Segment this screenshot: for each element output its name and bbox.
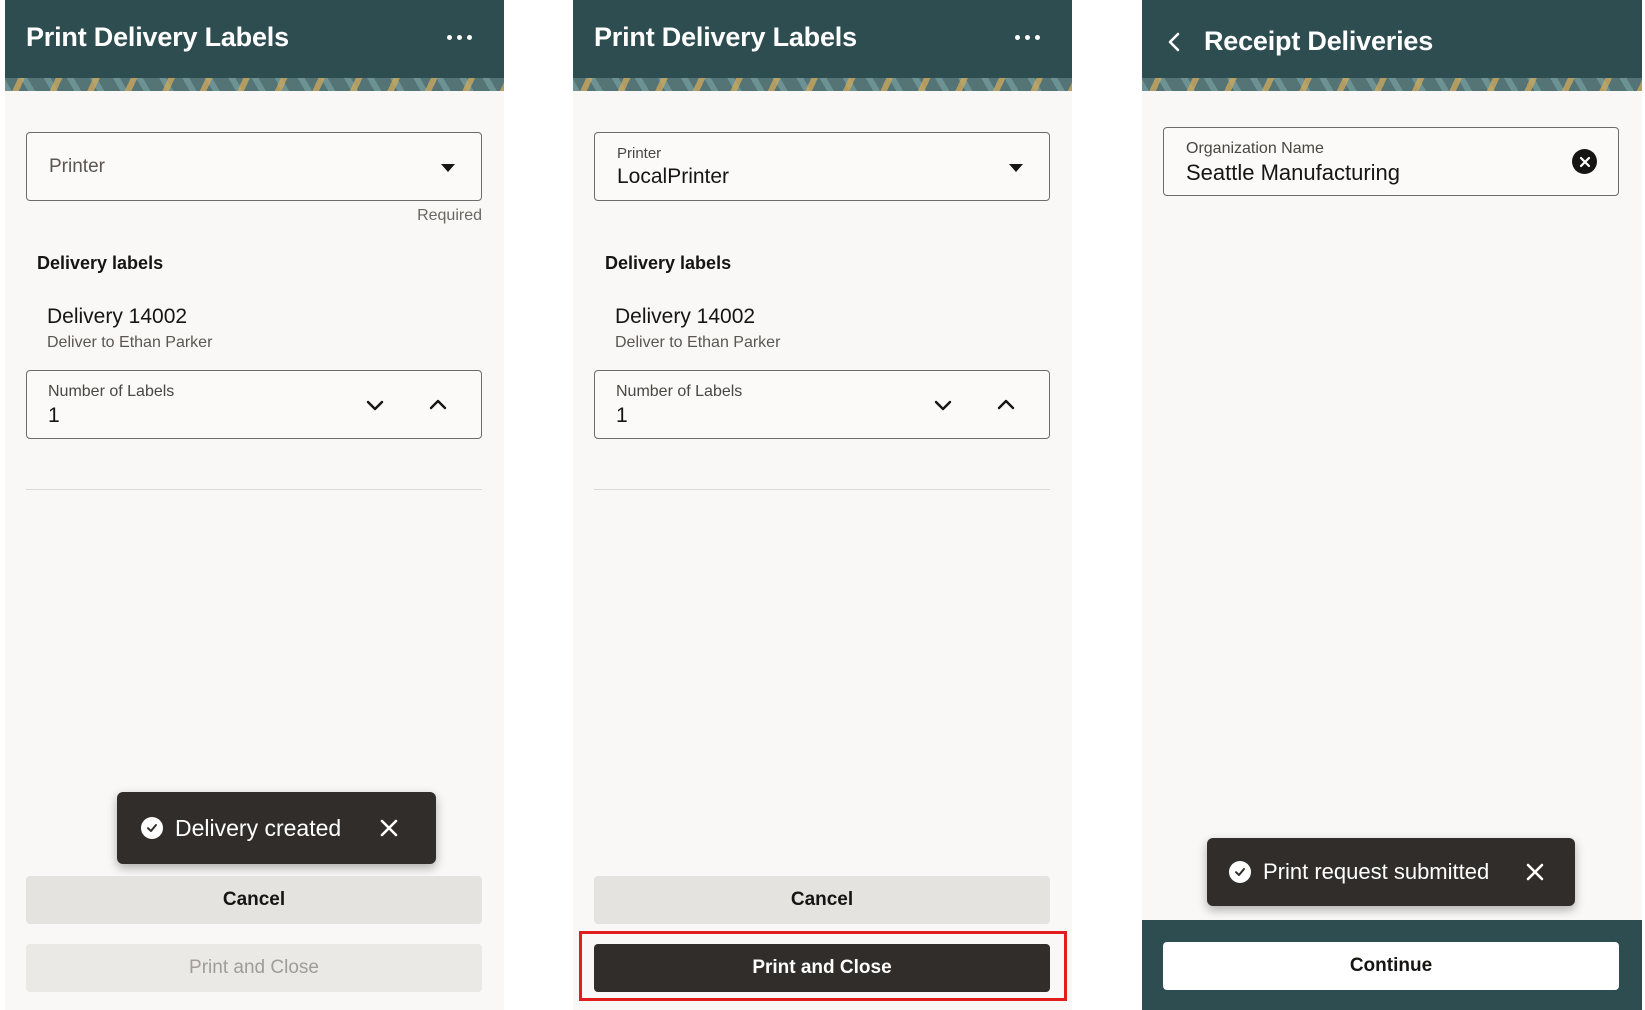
stepper-label: Number of Labels (48, 383, 175, 400)
dropdown-caret-icon[interactable] (441, 164, 455, 172)
number-of-labels-stepper[interactable]: Number of Labels 1 (594, 370, 1050, 439)
divider (26, 489, 482, 490)
stepper-value[interactable]: 1 (616, 404, 628, 428)
clear-icon[interactable] (1572, 149, 1597, 174)
section-title: Delivery labels (605, 253, 732, 273)
divider (594, 489, 1050, 490)
close-icon[interactable] (377, 816, 401, 840)
cancel-button-label: Cancel (790, 889, 854, 910)
chevron-up-icon[interactable] (426, 393, 450, 417)
page-title: Receipt Deliveries (1204, 26, 1434, 56)
print-and-close-button[interactable]: Print and Close (594, 944, 1050, 992)
toast-notification: Print request submitted (1207, 838, 1575, 906)
dropdown-caret-icon[interactable] (1009, 164, 1023, 172)
organization-label: Organization Name (1186, 140, 1324, 157)
more-options-icon[interactable] (444, 22, 474, 52)
header-decoration (573, 78, 1072, 91)
printer-select[interactable]: Printer (26, 132, 482, 201)
cancel-button[interactable]: Cancel (594, 876, 1050, 924)
printer-placeholder: Printer (49, 156, 105, 177)
receipt-deliveries-screen: Receipt Deliveries Organization Name Sea… (1142, 0, 1642, 1010)
print-and-close-button[interactable]: Print and Close (26, 944, 482, 992)
check-circle-icon (1229, 861, 1251, 883)
print-button-label: Print and Close (189, 957, 319, 978)
print-button-label: Print and Close (752, 957, 892, 978)
section-title: Delivery labels (37, 253, 164, 273)
chevron-left-icon[interactable] (1162, 27, 1186, 57)
delivery-name: Delivery 14002 (615, 305, 756, 328)
toast-notification: Delivery created (117, 792, 436, 864)
delivery-subtitle: Deliver to Ethan Parker (47, 334, 213, 351)
page-title: Print Delivery Labels (26, 22, 289, 52)
chevron-up-icon[interactable] (994, 393, 1018, 417)
close-icon[interactable] (1523, 860, 1547, 884)
printer-value: LocalPrinter (617, 165, 730, 188)
organization-name-field[interactable]: Organization Name Seattle Manufacturing (1163, 127, 1619, 196)
header-decoration (1142, 78, 1642, 91)
toast-message: Delivery created (175, 814, 342, 841)
page-title: Print Delivery Labels (594, 22, 857, 52)
continue-button-label: Continue (1349, 955, 1433, 976)
stepper-label: Number of Labels (616, 383, 743, 400)
delivery-name: Delivery 14002 (47, 305, 188, 328)
continue-button[interactable]: Continue (1163, 942, 1619, 990)
print-delivery-labels-screen-printer-selected: Print Delivery Labels Printer LocalPrint… (573, 0, 1072, 1010)
app-header: Receipt Deliveries (1142, 0, 1642, 91)
check-circle-icon (141, 817, 163, 839)
header-decoration (5, 78, 504, 91)
delivery-subtitle: Deliver to Ethan Parker (615, 334, 781, 351)
app-header: Print Delivery Labels (5, 0, 504, 91)
required-hint: Required (417, 207, 482, 224)
chevron-down-icon[interactable] (931, 393, 955, 417)
printer-label: Printer (617, 145, 662, 162)
print-delivery-labels-screen-initial: Print Delivery Labels Printer Required D… (5, 0, 504, 1010)
printer-select[interactable]: Printer LocalPrinter (594, 132, 1050, 201)
more-options-icon[interactable] (1012, 22, 1042, 52)
chevron-down-icon[interactable] (363, 393, 387, 417)
app-header: Print Delivery Labels (573, 0, 1072, 91)
cancel-button-label: Cancel (222, 889, 286, 910)
stepper-value[interactable]: 1 (48, 404, 60, 428)
cancel-button[interactable]: Cancel (26, 876, 482, 924)
number-of-labels-stepper[interactable]: Number of Labels 1 (26, 370, 482, 439)
toast-message: Print request submitted (1263, 859, 1490, 884)
organization-value[interactable]: Seattle Manufacturing (1186, 160, 1400, 186)
